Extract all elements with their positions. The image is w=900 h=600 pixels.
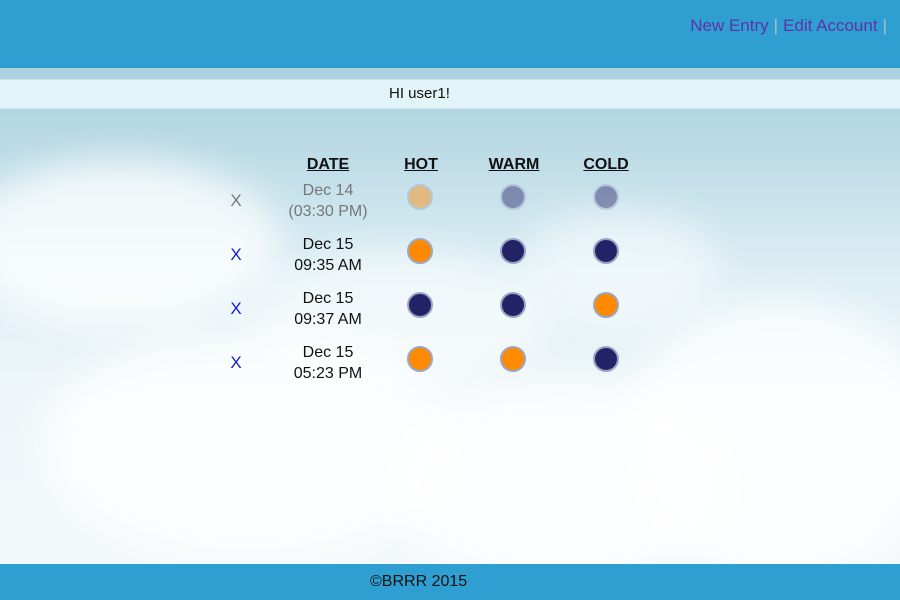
- delete-entry-button[interactable]: X: [226, 245, 246, 265]
- warm-indicator[interactable]: [500, 184, 526, 210]
- hot-indicator[interactable]: [407, 184, 433, 210]
- entry-date-time: 05:23 PM: [293, 365, 363, 382]
- hot-indicator[interactable]: [407, 238, 433, 264]
- hot-indicator[interactable]: [407, 346, 433, 372]
- column-header-warm: WARM: [488, 156, 540, 173]
- copyright-text: ©BRRR 2015: [370, 573, 468, 590]
- delete-entry-button[interactable]: X: [226, 353, 246, 373]
- entry-date: Dec 14 (03:30 PM): [268, 180, 388, 222]
- cold-indicator[interactable]: [593, 346, 619, 372]
- hot-indicator[interactable]: [407, 292, 433, 318]
- entry-date-day: Dec 14: [302, 182, 354, 199]
- entry-date: Dec 15 05:23 PM: [268, 342, 388, 384]
- entry-date-day: Dec 15: [302, 236, 354, 253]
- entries-table: DATE HOT WARM COLD X Dec 14 (03:30 PM) X…: [0, 0, 900, 600]
- warm-indicator[interactable]: [500, 238, 526, 264]
- delete-entry-button[interactable]: X: [226, 191, 246, 211]
- entry-date-time: 09:37 AM: [294, 311, 362, 328]
- warm-indicator[interactable]: [500, 346, 526, 372]
- delete-entry-button[interactable]: X: [226, 299, 246, 319]
- warm-indicator[interactable]: [500, 292, 526, 318]
- column-header-hot: HOT: [404, 156, 438, 173]
- entry-date-time: 09:35 AM: [294, 257, 362, 274]
- cold-indicator[interactable]: [593, 292, 619, 318]
- column-header-date: DATE: [306, 156, 350, 173]
- entry-date: Dec 15 09:37 AM: [268, 288, 388, 330]
- cold-indicator[interactable]: [593, 184, 619, 210]
- cold-indicator[interactable]: [593, 238, 619, 264]
- entry-date-day: Dec 15: [302, 290, 354, 307]
- entry-date-time: (03:30 PM): [288, 203, 368, 220]
- column-header-cold: COLD: [583, 156, 629, 173]
- entry-date: Dec 15 09:35 AM: [268, 234, 388, 276]
- entry-date-day: Dec 15: [302, 344, 354, 361]
- footer: ©BRRR 2015: [0, 564, 900, 600]
